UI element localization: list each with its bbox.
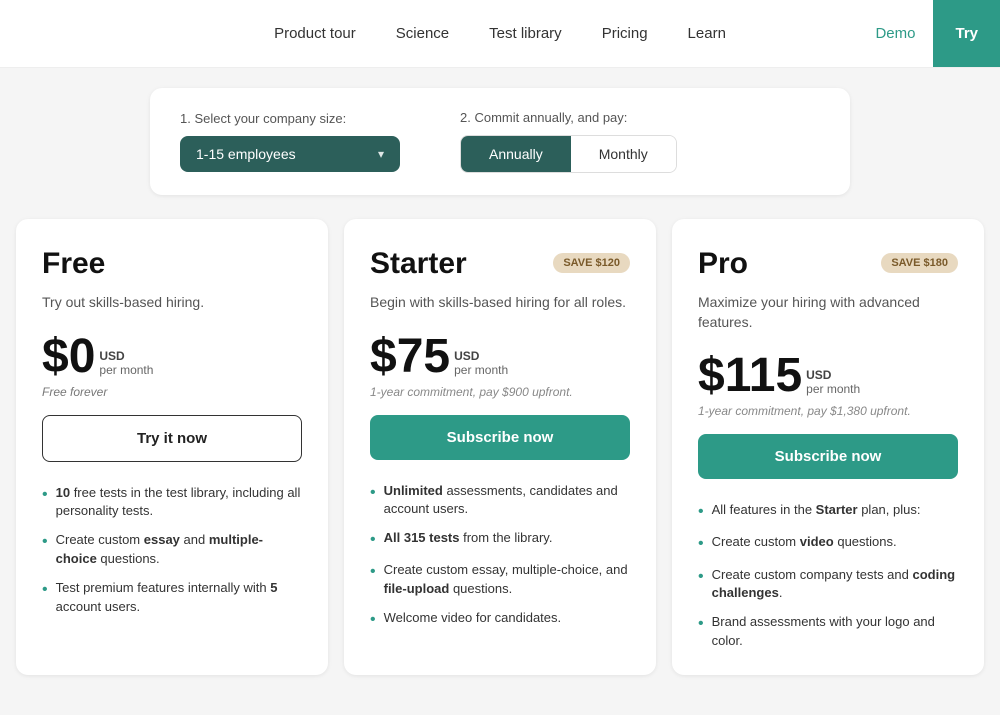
list-item: • All features in the Starter plan, plus:	[698, 501, 958, 523]
bullet-icon: •	[370, 481, 376, 504]
free-plan-card: Free Try out skills-based hiring. $0 USD…	[16, 219, 328, 675]
selector-card: 1. Select your company size: 1-15 employ…	[150, 88, 850, 195]
feature-text: 10 free tests in the test library, inclu…	[56, 484, 302, 522]
starter-plan-subtitle: Begin with skills-based hiring for all r…	[370, 293, 630, 313]
billing-monthly-button[interactable]: Monthly	[571, 136, 676, 172]
company-size-select[interactable]: 1-15 employees ▾	[180, 136, 400, 172]
list-item: • Create custom video questions.	[698, 533, 958, 555]
nav-try-button[interactable]: Try	[933, 0, 1000, 67]
starter-cta-button[interactable]: Subscribe now	[370, 415, 630, 460]
pro-price-note: 1-year commitment, pay $1,380 upfront.	[698, 404, 958, 418]
starter-price-note: 1-year commitment, pay $900 upfront.	[370, 385, 630, 399]
nav-pricing[interactable]: Pricing	[602, 25, 648, 42]
feature-text: Brand assessments with your logo and col…	[712, 613, 958, 651]
bullet-icon: •	[698, 532, 704, 555]
company-size-value: 1-15 employees	[196, 146, 296, 162]
feature-text: Create custom essay and multiple-choice …	[56, 531, 302, 569]
starter-price-currency: USD	[454, 349, 508, 363]
pro-save-badge: SAVE $180	[881, 253, 958, 273]
billing-label: 2. Commit annually, and pay:	[460, 110, 677, 125]
free-price-row: $0 USD per month	[42, 333, 302, 381]
list-item: • Create custom company tests and coding …	[698, 566, 958, 604]
feature-text: All 315 tests from the library.	[384, 529, 553, 548]
starter-price-meta: USD per month	[454, 349, 508, 381]
free-price-currency: USD	[99, 349, 153, 363]
list-item: • Unlimited assessments, candidates and a…	[370, 482, 630, 520]
pro-header-row: Pro SAVE $180	[698, 247, 958, 287]
list-item: • Create custom essay, multiple-choice, a…	[370, 561, 630, 599]
free-plan-name: Free	[42, 247, 105, 281]
free-price-meta: USD per month	[99, 349, 153, 381]
pro-plan-subtitle: Maximize your hiring with advanced featu…	[698, 293, 958, 332]
list-item: • Create custom essay and multiple-choice…	[42, 531, 302, 569]
free-header-row: Free	[42, 247, 302, 287]
feature-text: Create custom company tests and coding c…	[712, 566, 958, 604]
pro-price-amount: $115	[698, 352, 802, 400]
bullet-icon: •	[698, 565, 704, 588]
company-size-label: 1. Select your company size:	[180, 111, 400, 126]
feature-text: Test premium features internally with 5 …	[56, 579, 302, 617]
bullet-icon: •	[42, 530, 48, 553]
starter-price-period: per month	[454, 363, 508, 377]
starter-plan-name: Starter	[370, 247, 467, 281]
bullet-icon: •	[698, 612, 704, 635]
feature-text: Welcome video for candidates.	[384, 609, 562, 628]
pro-plan-card: Pro SAVE $180 Maximize your hiring with …	[672, 219, 984, 675]
starter-features-list: • Unlimited assessments, candidates and a…	[370, 482, 630, 632]
nav-learn[interactable]: Learn	[688, 25, 726, 42]
feature-text: Create custom essay, multiple-choice, an…	[384, 561, 630, 599]
nav-right: Demo Try	[857, 0, 1000, 67]
pro-price-meta: USD per month	[806, 368, 860, 400]
pro-features-list: • All features in the Starter plan, plus:…	[698, 501, 958, 651]
free-price-period: per month	[99, 363, 153, 377]
nav-links: Product tour Science Test library Pricin…	[274, 25, 726, 42]
feature-text: Create custom video questions.	[712, 533, 897, 552]
bullet-icon: •	[42, 578, 48, 601]
free-cta-button[interactable]: Try it now	[42, 415, 302, 462]
billing-annually-button[interactable]: Annually	[461, 136, 571, 172]
navbar: Product tour Science Test library Pricin…	[0, 0, 1000, 68]
free-price-amount: $0	[42, 333, 95, 381]
feature-text: All features in the Starter plan, plus:	[712, 501, 921, 520]
list-item: • Welcome video for candidates.	[370, 609, 630, 631]
list-item: • Brand assessments with your logo and co…	[698, 613, 958, 651]
nav-demo-link[interactable]: Demo	[857, 25, 933, 42]
list-item: • All 315 tests from the library.	[370, 529, 630, 551]
main-content: 1. Select your company size: 1-15 employ…	[0, 68, 1000, 715]
chevron-down-icon: ▾	[378, 147, 384, 161]
pro-price-period: per month	[806, 382, 860, 396]
billing-section: 2. Commit annually, and pay: Annually Mo…	[460, 110, 677, 173]
company-size-section: 1. Select your company size: 1-15 employ…	[180, 111, 400, 172]
starter-header-row: Starter SAVE $120	[370, 247, 630, 287]
pro-plan-name: Pro	[698, 247, 748, 281]
starter-price-amount: $75	[370, 333, 450, 381]
bullet-icon: •	[370, 528, 376, 551]
free-plan-subtitle: Try out skills-based hiring.	[42, 293, 302, 313]
pricing-grid: Free Try out skills-based hiring. $0 USD…	[16, 219, 984, 675]
starter-plan-card: Starter SAVE $120 Begin with skills-base…	[344, 219, 656, 675]
nav-test-library[interactable]: Test library	[489, 25, 562, 42]
starter-save-badge: SAVE $120	[553, 253, 630, 273]
list-item: • 10 free tests in the test library, incl…	[42, 484, 302, 522]
bullet-icon: •	[370, 608, 376, 631]
nav-science[interactable]: Science	[396, 25, 449, 42]
bullet-icon: •	[42, 483, 48, 506]
starter-price-row: $75 USD per month	[370, 333, 630, 381]
bullet-icon: •	[370, 560, 376, 583]
billing-toggle: Annually Monthly	[460, 135, 677, 173]
feature-text: Unlimited assessments, candidates and ac…	[384, 482, 630, 520]
bullet-icon: •	[698, 500, 704, 523]
list-item: • Test premium features internally with 5…	[42, 579, 302, 617]
free-forever-text: Free forever	[42, 385, 302, 399]
free-features-list: • 10 free tests in the test library, incl…	[42, 484, 302, 617]
nav-product-tour[interactable]: Product tour	[274, 25, 356, 42]
pro-price-row: $115 USD per month	[698, 352, 958, 400]
pro-cta-button[interactable]: Subscribe now	[698, 434, 958, 479]
pro-price-currency: USD	[806, 368, 860, 382]
